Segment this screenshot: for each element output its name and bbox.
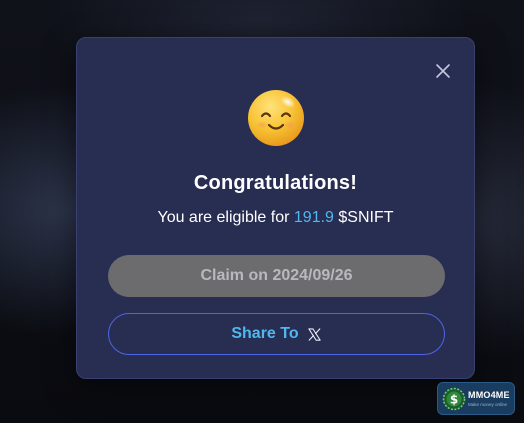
token-amount: 191.9 xyxy=(293,209,334,226)
token-symbol: $SNIFT xyxy=(338,209,394,226)
smiling-face-emoji-icon xyxy=(248,90,304,146)
claim-modal: Congratulations! You are eligible for 19… xyxy=(76,37,475,379)
claim-button[interactable]: Claim on 2024/09/26 xyxy=(108,255,445,297)
claim-button-label: Claim on 2024/09/26 xyxy=(200,267,353,284)
svg-text:$: $ xyxy=(450,393,458,407)
share-to-x-button[interactable]: Share To xyxy=(108,313,445,355)
watermark-logo: $ MMO4ME Make money online xyxy=(437,382,515,415)
eligibility-text: You are eligible for 191.9 $SNIFT xyxy=(77,209,474,227)
close-icon xyxy=(436,64,450,78)
close-button[interactable] xyxy=(434,62,452,80)
eligibility-prefix: You are eligible for xyxy=(157,209,290,226)
modal-title: Congratulations! xyxy=(193,172,358,194)
watermark-tagline: Make money online xyxy=(468,402,508,407)
share-button-label: Share To xyxy=(231,325,299,342)
x-logo-icon xyxy=(307,327,321,341)
watermark-name: MMO4ME xyxy=(468,390,510,400)
dollar-coin-icon: $ xyxy=(442,387,466,411)
